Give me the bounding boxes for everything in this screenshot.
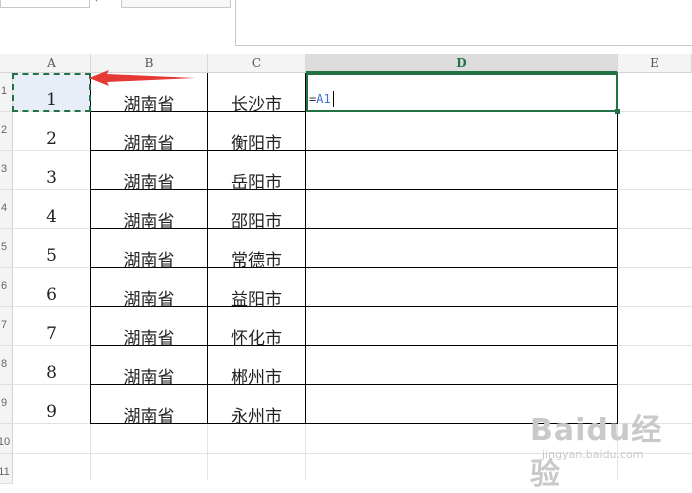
cell-c[interactable]: 益阳市 — [208, 285, 305, 310]
column-header-d[interactable]: D — [306, 54, 618, 73]
cell-d1-editing-formula[interactable]: =A1 — [309, 92, 331, 106]
cell-b[interactable]: 湖南省 — [91, 129, 207, 154]
cell-b[interactable]: 湖南省 — [91, 402, 207, 427]
row-number: 4 — [0, 202, 8, 214]
row-number: 2 — [0, 124, 8, 136]
row-header[interactable]: 6 — [0, 268, 13, 307]
cell-a[interactable]: 7 — [13, 324, 90, 344]
formula-bar[interactable] — [235, 0, 692, 46]
watermark: Baidu经验 jingyan.baidu.com — [530, 400, 690, 492]
cell-c[interactable]: 长沙市 — [208, 90, 305, 115]
row-header[interactable]: 5 — [0, 229, 13, 268]
text-cursor — [333, 91, 334, 107]
cell-c[interactable]: 岳阳市 — [208, 168, 305, 193]
row-header[interactable]: 10 — [0, 424, 13, 454]
cell-c[interactable]: 怀化市 — [208, 324, 305, 349]
active-cell-d1[interactable] — [306, 73, 618, 112]
cell-c[interactable]: 邵阳市 — [208, 207, 305, 232]
cell-a[interactable]: 4 — [13, 207, 90, 227]
formula-buttons[interactable] — [121, 0, 231, 8]
name-box[interactable] — [0, 0, 90, 8]
copy-marquee-a1 — [12, 73, 91, 112]
cell-b[interactable]: 湖南省 — [91, 90, 207, 115]
cell-a[interactable]: 3 — [13, 168, 90, 188]
cell-c[interactable]: 郴州市 — [208, 363, 305, 388]
cell-c[interactable]: 永州市 — [208, 402, 305, 427]
row-number: 9 — [0, 397, 8, 409]
cell-b[interactable]: 湖南省 — [91, 246, 207, 271]
watermark-url: jingyan.baidu.com — [542, 448, 644, 461]
cell-a[interactable]: 2 — [13, 129, 90, 149]
row-header[interactable]: 8 — [0, 346, 13, 385]
formula-cell-reference: A1 — [316, 92, 331, 106]
row-header[interactable]: 2 — [0, 112, 13, 151]
cell-c[interactable]: 衡阳市 — [208, 129, 305, 154]
cell-b[interactable]: 湖南省 — [91, 207, 207, 232]
row-header[interactable]: 4 — [0, 190, 13, 229]
row-header[interactable]: 9 — [0, 385, 13, 424]
row-number: 8 — [0, 358, 8, 370]
cell-b[interactable]: 湖南省 — [91, 324, 207, 349]
table-border — [305, 73, 306, 424]
cell-c[interactable]: 常德市 — [208, 246, 305, 271]
column-header-e[interactable]: E — [618, 54, 692, 73]
red-arrow-annotation-icon — [89, 70, 195, 86]
row-number: 3 — [0, 163, 8, 175]
cell-b[interactable]: 湖南省 — [91, 168, 207, 193]
row-number: 1 — [0, 85, 8, 97]
row-number: 5 — [0, 241, 8, 253]
cell-b[interactable]: 湖南省 — [91, 285, 207, 310]
row-header[interactable]: 7 — [0, 307, 13, 346]
row-header[interactable]: 3 — [0, 151, 13, 190]
name-box-dropdown-icon[interactable]: ▾ — [94, 0, 99, 5]
cell-a[interactable]: 5 — [13, 246, 90, 266]
row-number: 10 — [0, 436, 11, 448]
cell-a[interactable]: 9 — [13, 402, 90, 422]
cell-a[interactable]: 6 — [13, 285, 90, 305]
cell-a[interactable]: 8 — [13, 363, 90, 383]
table-border — [617, 111, 618, 424]
column-header-c[interactable]: C — [208, 54, 306, 73]
formula-bar-text: A1 — [256, 0, 269, 4]
cell-b[interactable]: 湖南省 — [91, 363, 207, 388]
row-number: 7 — [0, 319, 8, 331]
row-number: 6 — [0, 280, 8, 292]
row-number: 11 — [0, 466, 10, 478]
column-header-a[interactable]: A — [13, 54, 91, 73]
fill-handle[interactable] — [615, 109, 620, 114]
